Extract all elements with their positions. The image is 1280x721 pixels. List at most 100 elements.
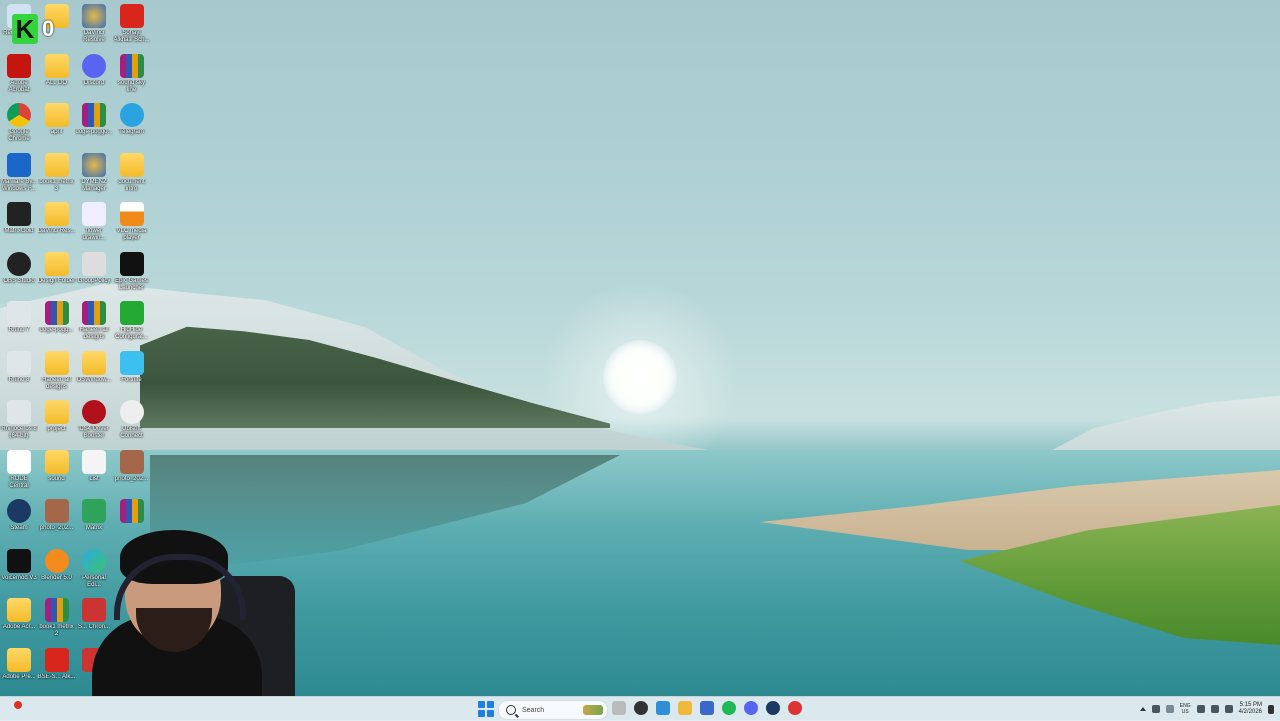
desktop-icon[interactable]: photo_202...: [113, 446, 151, 483]
desktop-icon[interactable]: Epic Games Launcher: [113, 248, 151, 292]
desktop-icon[interactable]: Telegram: [113, 99, 151, 136]
folder-icon: [44, 202, 69, 226]
tray-app-icon[interactable]: [1165, 705, 1174, 713]
widgets-button[interactable]: [2, 699, 38, 719]
text-file-icon: [82, 449, 106, 474]
chrome-icon[interactable]: [788, 701, 802, 715]
tray-app-icon[interactable]: [1151, 705, 1160, 713]
desktop-icon-label: doge-pogg...: [39, 327, 74, 333]
rar-icon: [82, 103, 106, 127]
desktop-icon[interactable]: Blender 5.0: [38, 545, 76, 582]
matrixgold-icon: [7, 202, 31, 226]
clock-date: 4/2/2026: [1238, 709, 1262, 715]
desktop-icon[interactable]: Ubisoft Connect: [113, 396, 151, 440]
desktop-icon-label: Rhino 8: [8, 376, 30, 383]
desktop-icon-label: Voicemod V3: [1, 574, 37, 581]
desktop-icon[interactable]: sound sky line: [113, 50, 151, 94]
desktop-icon-label: sound: [48, 475, 65, 482]
start-button[interactable]: [478, 701, 494, 717]
desktop-icon-label: Adobe Pre...: [2, 673, 36, 680]
search-placeholder: Search: [522, 706, 545, 714]
desktop-icon[interactable]: Rhinoceros 8 (64-bit): [0, 396, 38, 440]
volume-icon[interactable]: [1210, 705, 1219, 713]
desktop-icon[interactable]: HidHide Configurat...: [113, 297, 151, 341]
desktop-icon[interactable]: book1 metrix 2: [38, 594, 76, 638]
desktop-icon[interactable]: Haneen all designs: [75, 297, 113, 341]
desktop-icon[interactable]: GroupPolicy: [75, 248, 113, 285]
desktop-icon-label: Haneen all designs: [42, 376, 71, 390]
edge-icon[interactable]: [656, 701, 670, 715]
clock[interactable]: 5:15 PM 4/2/2026: [1239, 702, 1262, 716]
desktop-icon[interactable]: project: [38, 396, 76, 433]
desktop-icon[interactable]: BSE-S... Alk...: [38, 644, 76, 681]
language-indicator[interactable]: ENG US: [1180, 703, 1191, 715]
image-icon: [82, 202, 106, 226]
stream-overlay-badge: K 0: [12, 14, 54, 44]
network-icon[interactable]: [1196, 705, 1205, 713]
desktop-icon[interactable]: MatrixGold: [0, 198, 38, 235]
spotify-icon[interactable]: [722, 701, 736, 715]
desktop-icon[interactable]: Fortnite: [113, 347, 151, 384]
desktop-icon[interactable]: RODE Central: [0, 446, 38, 490]
desktop-icon-label: project: [47, 426, 66, 432]
desktop-icon[interactable]: ALL DO: [38, 50, 76, 87]
desktop-icon[interactable]: Sohayl Alkhalil Sch...: [113, 0, 151, 44]
taskbar: Search ENG US 5:15 PM 4/2/2026: [0, 696, 1280, 721]
desktop-icon[interactable]: doge-pogg...: [38, 297, 76, 334]
desktop-icon[interactable]: Google Chrome: [0, 99, 38, 143]
desktop-icon[interactable]: Adobe Acr...: [0, 594, 38, 631]
desktop-icon[interactable]: Haneen all designs: [38, 347, 76, 391]
battery-icon[interactable]: [1224, 705, 1233, 713]
folder-icon: [44, 350, 69, 375]
desktop-icon[interactable]: OBS Studio: [0, 248, 38, 285]
desktop-icon[interactable]: document intro: [113, 149, 151, 193]
desktop-icon[interactable]: Steam: [0, 495, 38, 532]
notification-bell-icon[interactable]: [1268, 704, 1274, 714]
obs-icon[interactable]: [634, 701, 648, 715]
desktop-icon[interactable]: april: [38, 99, 76, 136]
desktop-icon[interactable]: DSWindow...: [75, 347, 113, 384]
file-icon[interactable]: [612, 701, 626, 715]
desktop-icon[interactable]: DS4 Driver Booster: [75, 396, 113, 440]
search-icon: [506, 705, 516, 715]
chevron-up-icon[interactable]: [1139, 707, 1146, 711]
desktop-icon[interactable]: List: [75, 446, 113, 483]
discord-icon[interactable]: [744, 701, 758, 715]
folder-icon: [44, 103, 69, 127]
vlc-icon: [119, 202, 144, 226]
desktop-icon[interactable]: photo_202...: [38, 495, 76, 532]
pdf-icon: [44, 647, 69, 672]
desktop-icon[interactable]: VLC media player: [113, 198, 151, 242]
desktop-icon-label: VLC media player: [116, 228, 147, 241]
explorer-icon[interactable]: [678, 701, 692, 715]
sun: [603, 340, 677, 414]
desktop-icon[interactable]: DaVinci Res...: [38, 198, 76, 235]
desktop-icon-label: photo_202...: [114, 475, 149, 482]
folder-icon: [44, 152, 69, 177]
windows-logo-icon: [487, 701, 494, 708]
desktop-icon[interactable]: doge-poggo...: [75, 99, 113, 136]
desktop-icon[interactable]: Rhino 8: [0, 347, 38, 384]
checkbox-app-icon: [7, 152, 31, 177]
desktop-icon-label: Fortnite: [121, 376, 142, 383]
desktop-icon[interactable]: Design Folder: [38, 248, 76, 285]
folder-icon: [44, 251, 69, 276]
store-icon[interactable]: [700, 701, 714, 715]
desktop-icon[interactable]: Discord: [75, 50, 113, 87]
desktop-icon[interactable]: DYMENZ Manager: [75, 149, 113, 193]
taskbar-search-box[interactable]: Search: [498, 700, 608, 720]
desktop-icon[interactable]: Voicemod V3: [0, 545, 38, 582]
desktop-icon[interactable]: Adobe Pre...: [0, 644, 38, 681]
desktop-icon[interactable]: Adobe Acrobat: [0, 50, 38, 94]
desktop-icon[interactable]: book1 metrix 3: [38, 149, 76, 193]
davinci-icon: [82, 4, 106, 28]
rhino-icon: [7, 400, 31, 424]
desktop-icon[interactable]: DaVinci Resolve: [75, 0, 113, 44]
desktop-icon[interactable]: sound: [38, 446, 76, 483]
desktop-icon-label: flower drawin...: [82, 228, 106, 241]
desktop-icon[interactable]: Malware By... Windows F...: [0, 149, 38, 193]
steam-icon[interactable]: [766, 701, 780, 715]
desktop-icon[interactable]: Rhino 7: [0, 297, 38, 334]
desktop-icon[interactable]: flower drawin...: [75, 198, 113, 242]
blender-icon: [44, 548, 69, 573]
